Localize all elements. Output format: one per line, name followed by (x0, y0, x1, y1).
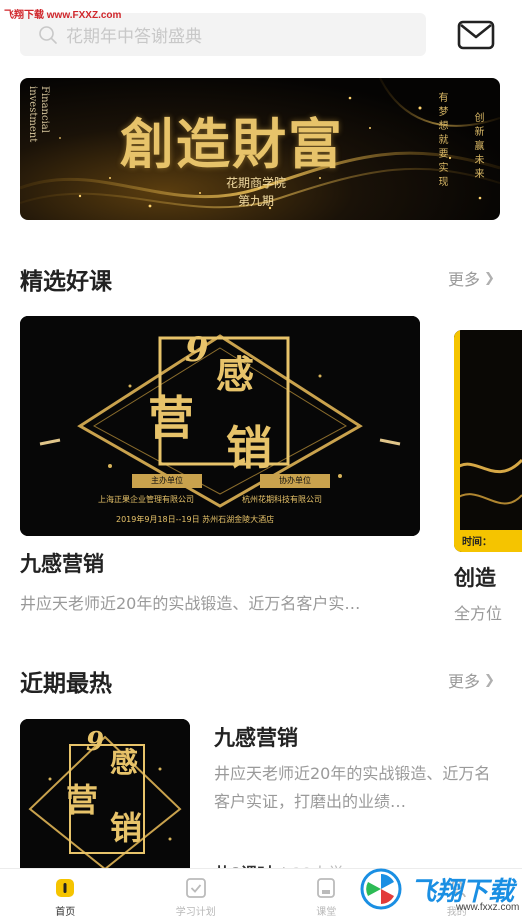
banner-slogan-2: 创新赢未来 (472, 112, 483, 182)
hot-more-link[interactable]: 更多 ❯ (448, 668, 495, 692)
tab-classroom-label: 课堂 (316, 907, 337, 918)
poster-badge: 9 (185, 330, 209, 370)
poster-co: 杭州花期科技有限公司 (242, 495, 322, 504)
search-placeholder: 花期年中答谢盛典 (66, 27, 202, 47)
mail-icon (457, 20, 495, 50)
banner-slogan-1: 有梦想就要实现 (436, 92, 447, 190)
hot-item-desc: 井应天老师近20年的实战锻造、近万名客户实证，打磨出的业绩… (214, 764, 491, 811)
hot-poster-char-1: 感 (110, 746, 139, 779)
poster-date: 2019年9月18日--19日 苏州石湖金陵大酒店 (116, 515, 275, 524)
hot-item-title[interactable]: 九感营销 (214, 722, 298, 752)
hot-section-title: 近期最热 (20, 671, 112, 697)
poster-char-2: 营 (148, 391, 194, 445)
more-label: 更多 (448, 672, 481, 691)
poster-host: 上海正果企业管理有限公司 (98, 495, 194, 504)
course-card-poster-2[interactable]: 时间： (454, 330, 522, 552)
watermark-top: 飞翔下载 www.FXXZ.com (4, 10, 122, 21)
banner-title: 創造財富 (120, 112, 344, 176)
course-card-title-2[interactable]: 创造 (454, 562, 496, 592)
course-card-title[interactable]: 九感营销 (20, 548, 104, 578)
poster-artwork-2 (454, 330, 522, 552)
course-card-desc-2: 全方位 (454, 604, 503, 623)
banner-subtitle: 花期商学院 (226, 176, 287, 190)
watermark-logo: 飞翔下载 www.fxxz.com (360, 858, 522, 920)
poster-char-3: 销 (226, 421, 272, 475)
checklist-icon (185, 878, 206, 898)
chevron-right-icon: ❯ (484, 270, 495, 286)
hot-poster-badge: 9 (86, 727, 105, 757)
banner-issue: 第九期 (238, 194, 275, 208)
featured-section-title: 精选好课 (20, 269, 112, 295)
more-label: 更多 (448, 270, 481, 289)
course-card-poster[interactable]: 9 感 营 销 主办单位 协办单位 上海正果企业管理有限公司 杭州花期科技有限公… (20, 316, 420, 536)
course-card-desc: 井应天老师近20年的实战锻造、近万名客户实… (20, 594, 361, 613)
tab-home[interactable]: 首页 (0, 869, 131, 920)
tab-study-plan[interactable]: 学习计划 (131, 869, 262, 920)
watermark-domain: www.fxxz.com (456, 902, 520, 913)
home-icon (56, 879, 75, 897)
hot-poster-char-3: 销 (110, 809, 143, 847)
poster-char-1: 感 (216, 352, 255, 397)
featured-more-link[interactable]: 更多 ❯ (448, 266, 495, 290)
search-icon (39, 25, 57, 44)
hot-poster-artwork (20, 719, 190, 869)
promo-banner[interactable]: Financial investment 創造財富 花期商学院 第九期 有梦想就… (20, 78, 500, 220)
watermark-fan-icon (360, 868, 402, 910)
poster-co-label: 协办单位 (260, 474, 330, 488)
chevron-right-icon: ❯ (484, 672, 495, 688)
classroom-icon (317, 878, 336, 898)
banner-english-text: Financial investment (27, 86, 50, 143)
poster-host-label: 主办单位 (132, 474, 202, 488)
tab-home-label: 首页 (55, 907, 76, 918)
hot-item-poster[interactable]: 9 感 营 销 (20, 719, 190, 869)
tab-study-plan-label: 学习计划 (175, 907, 216, 918)
poster-time-tag: 时间： (462, 537, 492, 548)
hot-poster-char-2: 营 (66, 781, 99, 819)
mail-button[interactable] (456, 18, 496, 52)
